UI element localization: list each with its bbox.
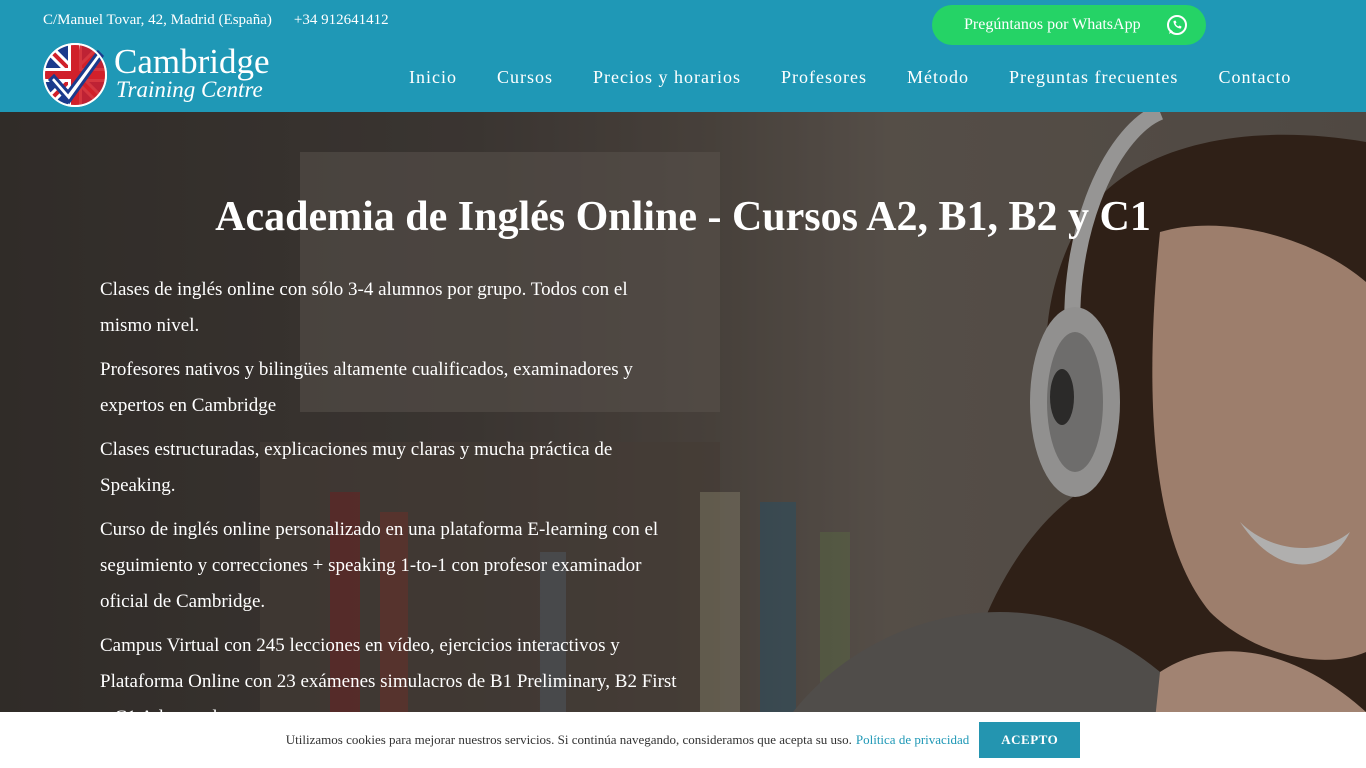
hero-point: Profesores nativos y bilingües altamente… [100, 359, 633, 416]
logo-title: Cambridge [114, 42, 270, 81]
hero-point: Clases estructuradas, explicaciones muy … [100, 439, 613, 496]
logo-subtitle: Training Centre [116, 77, 263, 102]
nav-item-inicio[interactable]: Inicio [389, 64, 477, 90]
hero-feature-list: Clases de inglés online con sólo 3-4 alu… [100, 272, 680, 744]
hero-point: Clases de inglés online con sólo 3-4 alu… [100, 279, 628, 336]
whatsapp-label: Pregúntanos por WhatsApp [964, 16, 1141, 33]
union-jack-check-icon [43, 43, 107, 107]
accept-cookies-button[interactable]: ACEPTO [979, 722, 1081, 758]
main-nav: Inicio Cursos Precios y horarios Profeso… [389, 64, 1311, 90]
whatsapp-button[interactable]: Pregúntanos por WhatsApp [932, 5, 1206, 45]
nav-item-precios[interactable]: Precios y horarios [573, 64, 761, 90]
nav-item-faq[interactable]: Preguntas frecuentes [989, 64, 1198, 90]
nav-item-contacto[interactable]: Contacto [1198, 64, 1311, 90]
contact-info: C/Manuel Tovar, 42, Madrid (España) +34 … [43, 12, 389, 29]
hero-section: Academia de Inglés Online - Cursos A2, B… [0, 112, 1366, 768]
address-text: C/Manuel Tovar, 42, Madrid (España) [43, 12, 272, 28]
whatsapp-icon [1167, 15, 1187, 35]
nav-item-profesores[interactable]: Profesores [761, 64, 887, 90]
nav-item-metodo[interactable]: Método [887, 64, 989, 90]
cookie-text: Utilizamos cookies para mejorar nuestros… [285, 732, 852, 747]
hero-title: Academia de Inglés Online - Cursos A2, B… [215, 194, 1151, 240]
site-header: C/Manuel Tovar, 42, Madrid (España) +34 … [0, 0, 1366, 112]
hero-point: Curso de inglés online personalizado en … [100, 519, 659, 612]
privacy-policy-link[interactable]: Política de privacidad [856, 732, 969, 748]
site-logo[interactable]: Cambridge Training Centre [42, 42, 292, 108]
phone-link[interactable]: +34 912641412 [294, 12, 389, 29]
cookie-banner: Utilizamos cookies para mejorar nuestros… [0, 712, 1366, 768]
nav-item-cursos[interactable]: Cursos [477, 64, 573, 90]
